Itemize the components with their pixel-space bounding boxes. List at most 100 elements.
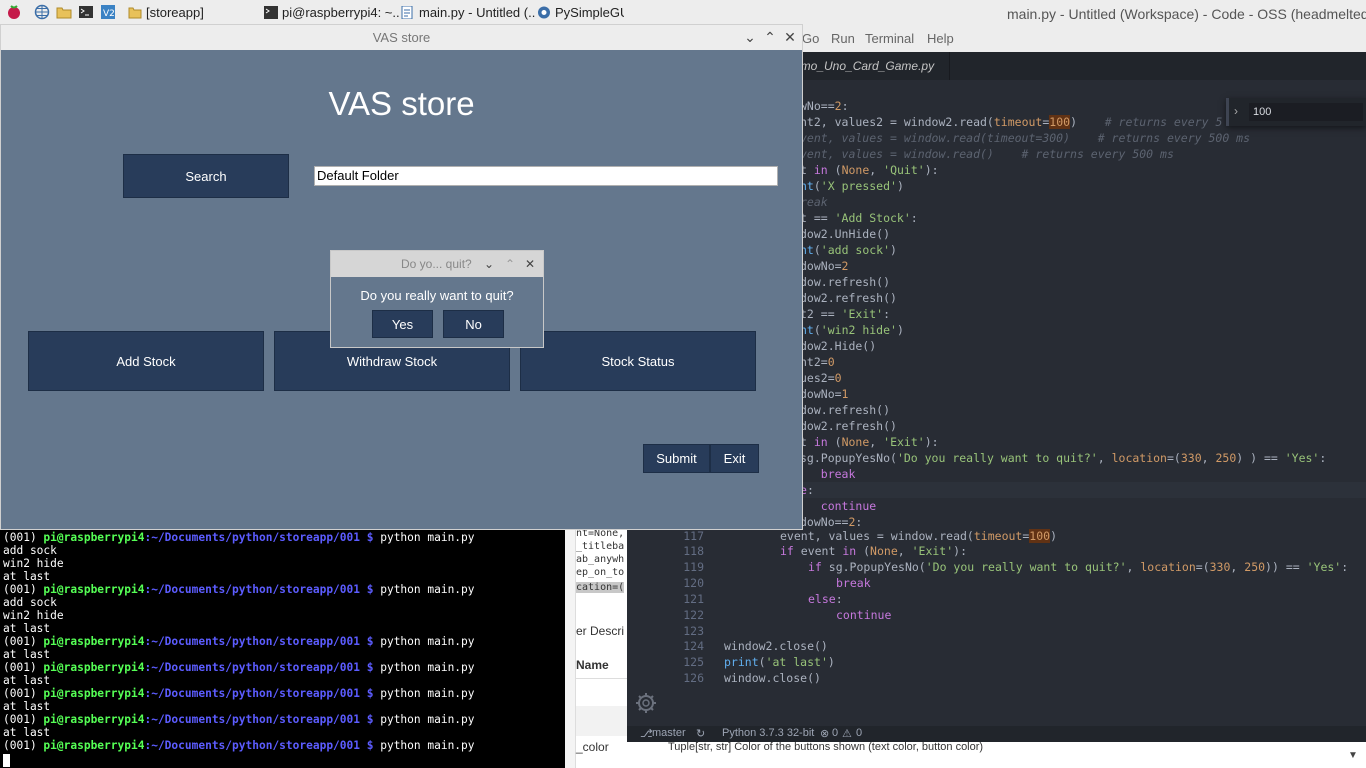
code-line: 124 window2.close(): [683, 639, 828, 653]
table-row: [576, 706, 627, 736]
folder-input[interactable]: Default Folder: [314, 166, 778, 186]
scrollbar[interactable]: [565, 528, 576, 768]
pysimplegui-icon: [538, 6, 550, 18]
terminal-output: at last: [3, 570, 51, 583]
chevron-down-icon[interactable]: ⌄: [742, 29, 758, 45]
terminal-prompt-line: (001) pi@raspberrypi4:~/Documents/python…: [3, 661, 475, 674]
menu-terminal[interactable]: Terminal: [865, 31, 914, 46]
warnings-count[interactable]: 0: [856, 727, 862, 739]
terminal-output: at last: [3, 674, 51, 687]
doc-line: ep_on_to: [576, 567, 625, 578]
docs-panel: nt=None, _titleba ab_anywh ep_on_to cati…: [565, 528, 627, 768]
git-branch[interactable]: master: [652, 727, 686, 739]
code-line: 123: [683, 624, 704, 638]
chevron-down-icon[interactable]: ▼: [1348, 750, 1358, 761]
find-widget: › 100: [1226, 98, 1366, 126]
code-line: 118 if event in (None, 'Exit'):: [683, 544, 968, 558]
doc-line: ab_anywh: [576, 554, 625, 565]
terminal-output: win2 hide: [3, 609, 64, 622]
doc-label: er Descri: [576, 624, 625, 638]
vas-titlebar[interactable]: VAS store ⌄ ⌃ ✕: [1, 25, 802, 50]
stock-status-button[interactable]: Stock Status: [520, 331, 756, 391]
add-stock-button[interactable]: Add Stock: [28, 331, 264, 391]
docs-table-row: Tuple[str, str] Color of the buttons sho…: [624, 741, 1366, 768]
terminal-prompt-line: (001) pi@raspberrypi4:~/Documents/python…: [3, 583, 475, 596]
task-label: PySimpleGU: [555, 4, 625, 20]
chevron-down-icon[interactable]: ⌄: [481, 256, 497, 272]
terminal-window[interactable]: (001) pi@raspberrypi4:~/Documents/python…: [0, 530, 565, 768]
terminal-icon: [264, 5, 278, 19]
page-title: VAS store: [328, 85, 475, 122]
chevron-right-icon[interactable]: ›: [1234, 104, 1238, 118]
git-branch-icon: ⎇: [640, 728, 653, 740]
errors-count[interactable]: 0: [832, 727, 838, 739]
terminal-prompt-line: (001) pi@raspberrypi4:~/Documents/python…: [3, 635, 475, 648]
vnc-viewer-icon[interactable]: V2: [100, 4, 116, 20]
divider: [576, 678, 627, 679]
web-browser-icon[interactable]: [34, 4, 50, 20]
vscode-title: main.py - Untitled (Workspace) - Code - …: [1007, 6, 1366, 22]
docs-description: Tuple[str, str] Color of the buttons sho…: [668, 741, 984, 753]
task-storeapp-folder[interactable]: [storeapp]: [128, 2, 258, 22]
terminal-output: add sock: [3, 544, 57, 557]
terminal-output: at last: [3, 622, 51, 635]
terminal-output: add sock: [3, 596, 57, 609]
terminal-prompt-line: (001) pi@raspberrypi4:~/Documents/python…: [3, 713, 475, 726]
exit-button[interactable]: Exit: [710, 444, 759, 473]
vscode-file-icon: [401, 5, 413, 19]
close-icon[interactable]: ✕: [782, 29, 798, 45]
menu-go[interactable]: Go: [802, 31, 819, 46]
dialog-title: Do yo... quit?: [401, 257, 472, 271]
doc-line: cation=(: [576, 582, 625, 593]
terminal-output: win2 hide: [3, 557, 64, 570]
file-manager-icon[interactable]: [56, 4, 72, 20]
chevron-up-icon[interactable]: ⌃: [762, 29, 778, 45]
code-line: 120 break: [683, 576, 871, 590]
code-line: 119 if sg.PopupYesNo('Do you really want …: [683, 560, 1349, 574]
task-label: pi@raspberrypi4: ~...: [282, 4, 400, 20]
vas-window-title: VAS store: [372, 30, 431, 45]
task-terminal[interactable]: pi@raspberrypi4: ~...: [264, 2, 400, 22]
terminal-prompt-line: (001) pi@raspberrypi4:~/Documents/python…: [3, 739, 475, 752]
submit-button[interactable]: Submit: [643, 444, 710, 473]
close-icon[interactable]: ✕: [522, 256, 538, 272]
task-label: main.py - Untitled (...: [419, 4, 535, 20]
menu-help[interactable]: Help: [927, 31, 954, 46]
errors-icon: ⊗: [820, 728, 830, 740]
terminal-prompt-line: (001) pi@raspberrypi4:~/Documents/python…: [3, 687, 475, 700]
find-input[interactable]: 100: [1249, 103, 1363, 121]
dialog-message: Do you really want to quit?: [360, 288, 514, 303]
chevron-up-icon[interactable]: ⌃: [502, 256, 518, 272]
warnings-icon: ⚠: [842, 728, 852, 740]
menu-run[interactable]: Run: [831, 31, 855, 46]
tab-uno-card-game[interactable]: emo_Uno_Card_Game.py: [784, 52, 950, 80]
sync-icon[interactable]: ↻: [696, 727, 705, 740]
folder-icon: [128, 7, 142, 18]
terminal-output: at last: [3, 726, 51, 739]
raspberry-menu-icon[interactable]: [6, 4, 22, 20]
search-button[interactable]: Search: [123, 154, 289, 198]
terminal-prompt-line: (001) pi@raspberrypi4:~/Documents/python…: [3, 531, 475, 544]
status-bar: ⎇ master ↻ Python 3.7.3 32-bit ⊗ 0 ⚠ 0: [624, 726, 1366, 742]
quit-confirm-dialog: Do yo... quit? ⌄ ⌃ ✕ Do you really want …: [330, 250, 544, 348]
terminal-output: at last: [3, 648, 51, 661]
code-line: 125 print('at last'): [683, 655, 835, 669]
task-pysimplegui[interactable]: PySimpleGU: [537, 2, 625, 22]
dialog-titlebar[interactable]: Do yo... quit? ⌄ ⌃ ✕: [331, 251, 543, 277]
terminal-launcher-icon[interactable]: [78, 4, 94, 20]
gear-icon[interactable]: [624, 680, 672, 726]
code-line: 122 continue: [683, 608, 892, 622]
no-button[interactable]: No: [443, 310, 504, 338]
python-interpreter[interactable]: Python 3.7.3 32-bit: [722, 727, 814, 739]
task-label: [storeapp]: [146, 4, 204, 20]
code-line: 121 else:: [683, 592, 843, 606]
code-line: 126 window.close(): [683, 671, 821, 685]
yes-button[interactable]: Yes: [372, 310, 433, 338]
table-header-name: Name: [576, 658, 609, 672]
task-vscode[interactable]: main.py - Untitled (...: [401, 2, 535, 22]
terminal-output: at last: [3, 700, 51, 713]
terminal-cursor: [3, 754, 10, 767]
svg-text:V2: V2: [103, 9, 115, 19]
doc-line: _titleba: [576, 541, 625, 552]
table-cell: _color: [576, 740, 609, 754]
